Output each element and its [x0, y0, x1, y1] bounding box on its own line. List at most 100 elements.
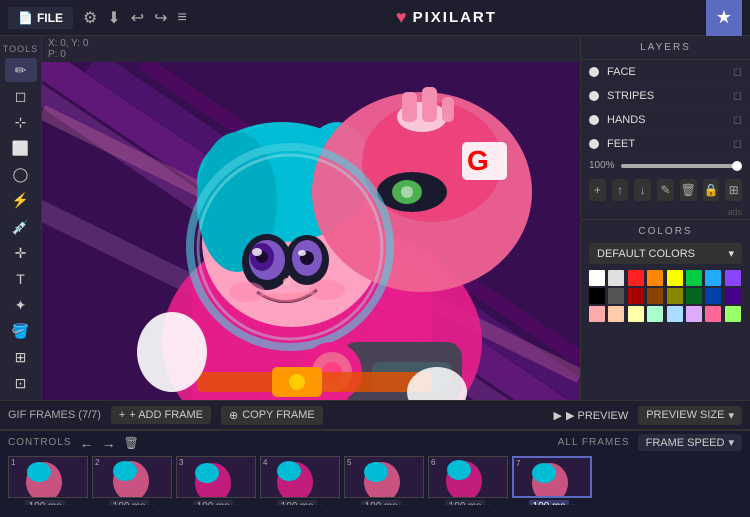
swatch-gray[interactable] [608, 288, 624, 304]
frame-thumb-6[interactable]: 6 [428, 456, 508, 498]
frame-item-1[interactable]: 1 100 ms ▾ [8, 456, 88, 505]
layer-stripes-dot [589, 91, 599, 101]
frame-item-5[interactable]: 5 100 ms ▾ [344, 456, 424, 505]
fill-tool[interactable]: 🪣 [5, 320, 37, 344]
swatch-white[interactable] [589, 270, 605, 286]
colors-dropdown[interactable]: DEFAULT COLORS ▾ [589, 243, 742, 264]
frame-thumb-3[interactable]: 3 [176, 456, 256, 498]
star-tool[interactable]: ✦ [5, 293, 37, 317]
edit-layer-btn[interactable]: ✎ [657, 179, 674, 201]
swatch-purple[interactable] [725, 270, 741, 286]
add-frame-button[interactable]: + + ADD FRAME [111, 406, 211, 424]
frame-speed-button[interactable]: FRAME SPEED ▾ [638, 434, 742, 451]
frame-time-arrow-1[interactable]: ▾ [67, 502, 71, 505]
eraser-tool[interactable]: ◻ [5, 84, 37, 108]
frame-item-3[interactable]: 3 100 ms ▾ [176, 456, 256, 505]
text-tool[interactable]: T [5, 267, 37, 291]
frame-num-5: 5 [347, 458, 351, 467]
layer-hands-name: HANDS [607, 114, 725, 126]
frame-thumb-5[interactable]: 5 [344, 456, 424, 498]
eyedropper-tool[interactable]: 💉 [5, 215, 37, 239]
preview-button[interactable]: ▶ ▶ PREVIEW [554, 409, 629, 422]
redo-icon[interactable]: ↪ [154, 8, 167, 28]
merge-layer-btn[interactable]: ⊞ [725, 179, 742, 201]
frame-time-arrow-5[interactable]: ▾ [403, 502, 407, 505]
swatch-olive[interactable] [667, 288, 683, 304]
prev-frame-button[interactable]: ← [80, 435, 94, 451]
pencil-tool[interactable]: ✏ [5, 58, 37, 82]
frame-time-arrow-3[interactable]: ▾ [235, 502, 239, 505]
swatch-hotpink[interactable] [705, 306, 721, 322]
move-up-btn[interactable]: ↑ [612, 179, 629, 201]
delete-layer-btn[interactable]: 🗑 [680, 179, 697, 201]
swatch-yellow[interactable] [667, 270, 683, 286]
lock-layer-btn[interactable]: 🔒 [703, 179, 720, 201]
canvas-area[interactable]: X: 0, Y: 0 P: 0 [42, 36, 580, 400]
frame-thumb-4[interactable]: 4 [260, 456, 340, 498]
swatch-pinklight[interactable] [589, 306, 605, 322]
swatch-green[interactable] [686, 270, 702, 286]
swatch-ltgray[interactable] [608, 270, 624, 286]
layer-feet-visibility[interactable]: ◻ [733, 137, 742, 150]
layer-face-visibility[interactable]: ◻ [733, 65, 742, 78]
swatch-darkred[interactable] [628, 288, 644, 304]
menu-icon[interactable]: ≡ [178, 9, 187, 27]
swatch-darkblue[interactable] [705, 288, 721, 304]
swatch-darkgreen[interactable] [686, 288, 702, 304]
rect-select-tool[interactable]: ⬜ [5, 136, 37, 160]
delete-frame-button[interactable]: 🗑 [124, 436, 139, 450]
file-button[interactable]: 📄 FILE [8, 7, 73, 29]
wand-tool[interactable]: ⚡ [5, 189, 37, 213]
dither-tool[interactable]: ⊞ [5, 346, 37, 370]
frame-thumb-1[interactable]: 1 [8, 456, 88, 498]
swatch-lightyellow[interactable] [628, 306, 644, 322]
download-icon[interactable]: ⬇ [107, 8, 120, 28]
layer-feet[interactable]: FEET ◻ [581, 132, 750, 156]
frame-time-arrow-6[interactable]: ▾ [487, 502, 491, 505]
opacity-fill [621, 164, 742, 168]
copy-frame-button[interactable]: ⊕ COPY FRAME [221, 406, 323, 425]
opacity-row: 100% [581, 156, 750, 175]
swatch-skyblue[interactable] [667, 306, 683, 322]
layer-face[interactable]: FACE ◻ [581, 60, 750, 84]
layer-hands-visibility[interactable]: ◻ [733, 113, 742, 126]
swatch-lavender[interactable] [686, 306, 702, 322]
pixel-canvas[interactable]: G MEGA [42, 62, 580, 400]
frame-item-6[interactable]: 6 100 ms ▾ [428, 456, 508, 505]
swatch-red[interactable] [628, 270, 644, 286]
swatch-lime[interactable] [725, 306, 741, 322]
crop-tool[interactable]: ⊡ [5, 372, 37, 396]
swatch-blue[interactable] [705, 270, 721, 286]
frame-thumb-7[interactable]: 7 [512, 456, 592, 498]
top-bar: 📄 FILE ⚙ ⬇ ↩ ↪ ≡ ♥ PIXILART ★ [0, 0, 750, 36]
swatch-brown[interactable] [647, 288, 663, 304]
frame-thumb-2[interactable]: 2 [92, 456, 172, 498]
ellipse-tool[interactable]: ◯ [5, 163, 37, 187]
share-icon[interactable]: ⚙ [83, 8, 97, 28]
frame-time-arrow-7[interactable]: ▾ [571, 502, 575, 505]
layer-stripes[interactable]: STRIPES ◻ [581, 84, 750, 108]
frame-item-4[interactable]: 4 100 ms ▾ [260, 456, 340, 505]
opacity-slider[interactable] [621, 164, 742, 168]
swatch-black[interactable] [589, 288, 605, 304]
preview-size-button[interactable]: PREVIEW SIZE ▾ [638, 406, 742, 425]
undo-icon[interactable]: ↩ [131, 8, 144, 28]
swatch-peach[interactable] [608, 306, 624, 322]
frame-time-arrow-2[interactable]: ▾ [151, 502, 155, 505]
frame-time-arrow-4[interactable]: ▾ [319, 502, 323, 505]
swatch-orange[interactable] [647, 270, 663, 286]
move-down-btn[interactable]: ↓ [634, 179, 651, 201]
layer-hands[interactable]: HANDS ◻ [581, 108, 750, 132]
frame-time-5: 100 ms ▾ [361, 500, 408, 505]
swatch-darkpurple[interactable] [725, 288, 741, 304]
frame-item-2[interactable]: 2 100 ms ▾ [92, 456, 172, 505]
frame-item-7[interactable]: 7 100 ms ▾ [512, 456, 592, 505]
top-icons: ⚙ ⬇ ↩ ↪ ≡ [83, 8, 187, 28]
move-tool[interactable]: ✛ [5, 241, 37, 265]
star-button[interactable]: ★ [706, 0, 742, 36]
next-frame-button[interactable]: → [102, 435, 116, 451]
layer-stripes-visibility[interactable]: ◻ [733, 89, 742, 102]
swatch-mint[interactable] [647, 306, 663, 322]
select-tool[interactable]: ⊹ [5, 110, 37, 134]
add-layer-btn[interactable]: + [589, 179, 606, 201]
